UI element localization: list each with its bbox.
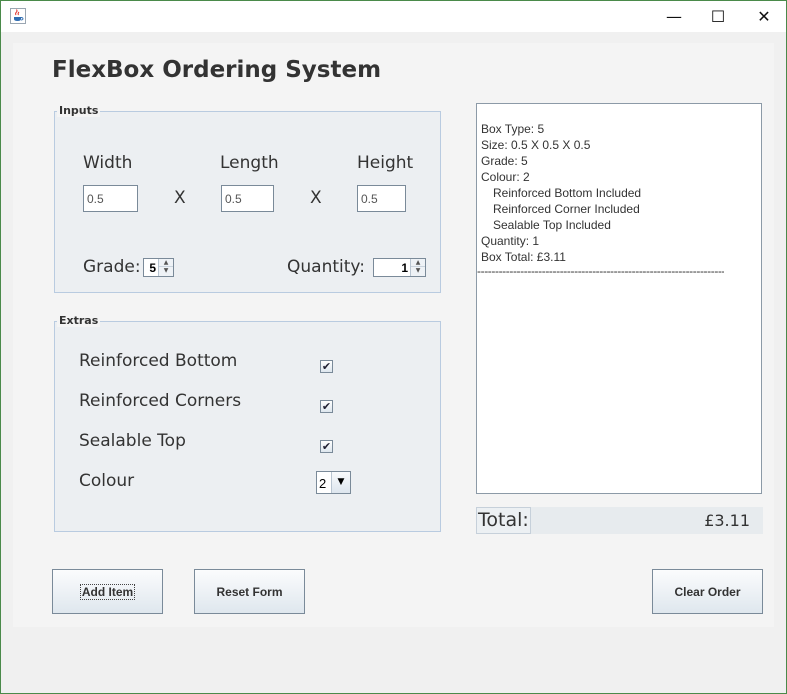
spinner-up-icon[interactable]: ▲ xyxy=(411,259,425,267)
receipt-line: Reinforced Corner Included xyxy=(493,202,640,216)
extras-group-title: Extras xyxy=(57,314,101,327)
receipt-divider: ----------------------------------------… xyxy=(477,265,724,277)
receipt-line: Sealable Top Included xyxy=(493,218,611,232)
minimize-icon: — xyxy=(666,6,682,26)
page-title: FlexBox Ordering System xyxy=(52,57,382,83)
length-input[interactable]: 0.5 xyxy=(221,185,274,212)
check-icon: ✔ xyxy=(321,400,332,413)
spinner-up-icon[interactable]: ▲ xyxy=(159,259,173,267)
width-label: Width xyxy=(83,153,133,173)
sealable-top-checkbox[interactable]: ✔ xyxy=(320,440,333,453)
grade-value: 5 xyxy=(149,261,156,275)
quantity-spinner[interactable]: 1 ▲ ▼ xyxy=(373,258,426,277)
reinforced-bottom-checkbox[interactable]: ✔ xyxy=(320,360,333,373)
order-receipt-textarea[interactable]: Box Type: 5 Size: 0.5 X 0.5 X 0.5 Grade:… xyxy=(476,103,762,494)
total-label: Total: xyxy=(476,507,531,534)
receipt-line: Quantity: 1 xyxy=(481,234,540,248)
reset-form-button[interactable]: Reset Form xyxy=(194,569,305,614)
reinforced-corners-checkbox[interactable]: ✔ xyxy=(320,400,333,413)
total-value: £3.11 xyxy=(704,511,750,530)
inputs-group-title: Inputs xyxy=(57,104,101,117)
receipt-line: Box Type: 5 xyxy=(481,122,545,136)
check-icon: ✔ xyxy=(321,440,332,453)
receipt-line: Size: 0.5 X 0.5 X 0.5 xyxy=(481,138,591,152)
spinner-down-icon[interactable]: ▼ xyxy=(159,267,173,275)
colour-dropdown[interactable]: 2 ▼ xyxy=(316,471,351,494)
add-item-label: Add Item xyxy=(79,583,136,600)
grade-label: Grade: xyxy=(83,257,141,277)
grade-spinner[interactable]: 5 ▲ ▼ xyxy=(143,258,174,277)
chevron-down-icon[interactable]: ▼ xyxy=(331,472,350,493)
maximize-icon: ☐ xyxy=(710,6,726,26)
quantity-spinner-arrows[interactable]: ▲ ▼ xyxy=(410,259,425,276)
reinforced-bottom-label: Reinforced Bottom xyxy=(79,351,238,371)
quantity-label: Quantity: xyxy=(287,257,365,277)
quantity-value: 1 xyxy=(401,261,408,275)
close-icon: ✕ xyxy=(757,6,771,26)
title-bar: — ☐ ✕ xyxy=(1,1,786,32)
clear-order-button[interactable]: Clear Order xyxy=(652,569,763,614)
receipt-line: Grade: 5 xyxy=(481,154,528,168)
sealable-top-label: Sealable Top xyxy=(79,431,186,451)
java-coffee-cup-icon xyxy=(10,8,26,24)
height-label: Height xyxy=(357,153,414,173)
total-bar: Total: £3.11 xyxy=(476,507,763,534)
receipt-line: Reinforced Bottom Included xyxy=(493,186,642,200)
reset-form-label: Reset Form xyxy=(216,584,283,599)
width-input[interactable]: 0.5 xyxy=(83,185,138,212)
x-separator-2: X xyxy=(310,188,322,208)
app-window: — ☐ ✕ FlexBox Ordering System Inputs Wid… xyxy=(0,0,787,694)
maximize-button[interactable]: ☐ xyxy=(695,1,741,31)
check-icon: ✔ xyxy=(321,360,332,373)
reinforced-corners-label: Reinforced Corners xyxy=(79,391,242,411)
colour-label: Colour xyxy=(79,471,135,491)
grade-spinner-arrows[interactable]: ▲ ▼ xyxy=(158,259,173,276)
length-label: Length xyxy=(220,153,279,173)
add-item-button[interactable]: Add Item xyxy=(52,569,163,614)
clear-order-label: Clear Order xyxy=(674,584,741,599)
minimize-button[interactable]: — xyxy=(651,1,697,31)
spinner-down-icon[interactable]: ▼ xyxy=(411,267,425,275)
x-separator-1: X xyxy=(174,188,186,208)
receipt-line: Colour: 2 xyxy=(481,170,530,184)
colour-value: 2 xyxy=(319,476,327,491)
height-input[interactable]: 0.5 xyxy=(357,185,406,212)
receipt-line: Box Total: £3.11 xyxy=(481,250,566,264)
close-button[interactable]: ✕ xyxy=(741,1,787,31)
